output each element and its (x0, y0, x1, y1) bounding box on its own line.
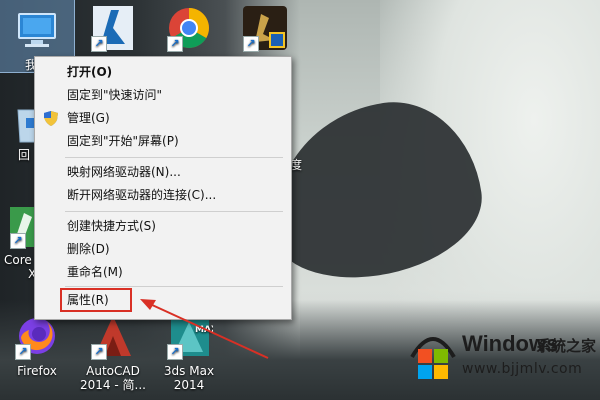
watermark-url: www.bjjmlv.com (462, 361, 583, 377)
watermark: Windows 系统之家 www.bjjmlv.com (398, 323, 600, 400)
watermark-subtitle: 系统之家 (536, 337, 597, 355)
windows-logo-icon (410, 337, 456, 379)
